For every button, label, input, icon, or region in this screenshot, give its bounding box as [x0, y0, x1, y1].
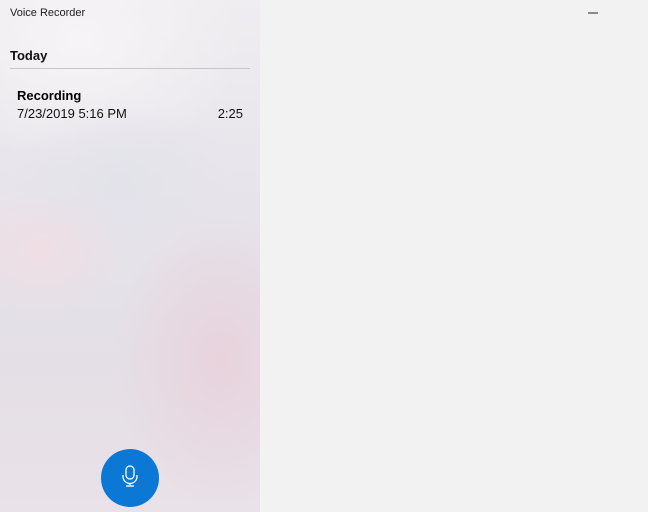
record-button[interactable] [101, 449, 159, 507]
recordings-sidebar: Voice Recorder Today Recording 7/23/2019… [0, 0, 260, 512]
recording-date: 7/23/2019 5:16 PM [17, 106, 127, 121]
microphone-icon [121, 464, 139, 492]
recording-name: Recording [17, 88, 82, 103]
section-header-today: Today [10, 48, 48, 63]
app-title: Voice Recorder [10, 7, 86, 19]
recording-list-item[interactable]: Recording 7/23/2019 5:16 PM 2:25 [0, 82, 260, 126]
player-pane [260, 0, 648, 512]
section-divider [10, 68, 250, 69]
recording-duration: 2:25 [217, 106, 243, 121]
